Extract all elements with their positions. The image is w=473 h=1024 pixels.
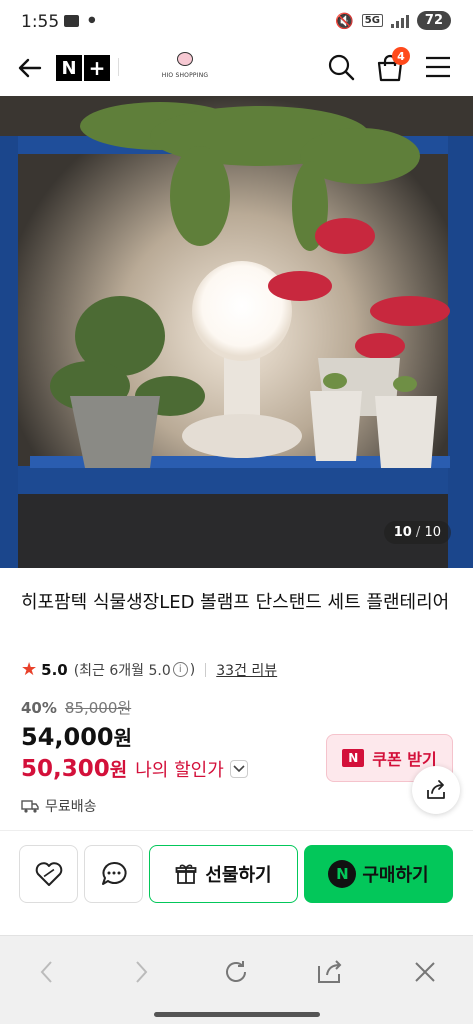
refresh-button[interactable] [220, 956, 252, 988]
signal-icon [390, 14, 409, 28]
logo-n: N [56, 55, 82, 81]
rating-score: 5.0 [41, 660, 68, 679]
home-indicator [154, 1012, 320, 1017]
sale-price-value: 54,000 [21, 723, 114, 751]
close-icon [415, 962, 435, 982]
drop-icon: ⚫ [86, 13, 98, 29]
shipping-label: 무료배송 [45, 799, 97, 815]
original-price: 85,000원 [64, 699, 132, 717]
star-icon: ★ [21, 659, 38, 680]
menu-icon [426, 56, 450, 78]
rating-detail: (최근 6개월 5.0 [73, 662, 171, 679]
search-icon [328, 54, 355, 81]
product-photo [0, 96, 473, 568]
nav-back-button[interactable] [31, 956, 63, 988]
search-button[interactable] [326, 52, 356, 82]
network-badge: 5G [361, 14, 383, 27]
purchase-action-bar: 선물하기 N 구매하기 [0, 831, 473, 935]
chat-icon [101, 861, 127, 885]
nav-forward-icon [136, 961, 148, 983]
nav-forward-button[interactable] [125, 956, 157, 988]
store-logo[interactable]: HIO SHOPPING [160, 50, 210, 88]
my-price-value: 50,300 [21, 756, 110, 782]
share-button[interactable] [412, 766, 460, 814]
wishlist-button[interactable] [19, 845, 78, 903]
info-icon[interactable]: i [172, 662, 188, 677]
image-counter-current: 10 [393, 525, 412, 540]
header-divider [118, 58, 119, 76]
mute-icon: 🔇 [335, 11, 354, 30]
pig-logo-icon [177, 52, 193, 66]
chevron-down-icon[interactable] [229, 759, 248, 778]
review-count-link[interactable]: 33건 리뷰 [216, 660, 277, 680]
image-counter: 10 / 10 [383, 521, 451, 544]
buy-button[interactable]: N 구매하기 [304, 845, 453, 903]
sale-price: 54,000원 [21, 722, 132, 751]
sale-price-unit: 원 [113, 726, 133, 750]
nav-back-icon [40, 961, 52, 983]
naverpay-icon: N [328, 860, 357, 888]
browser-nav-bar [0, 935, 473, 1024]
shipping-row: 무료배송 [21, 796, 97, 816]
my-price-row[interactable]: 50,300원 나의 할인가 [21, 755, 248, 782]
back-button[interactable] [16, 54, 44, 82]
status-time: 1:55 [21, 12, 60, 32]
truck-icon [21, 800, 39, 813]
my-price: 50,300원 [21, 755, 127, 782]
cart-badge: 4 [392, 47, 410, 65]
buy-label: 구매하기 [362, 865, 429, 886]
close-button[interactable] [409, 956, 441, 988]
rating-row: ★ 5.0 (최근 6개월 5.0 i ) 33건 리뷰 [21, 659, 277, 680]
gift-icon [175, 864, 197, 884]
share-out-button[interactable] [314, 956, 346, 988]
store-name: HIO SHOPPING [161, 72, 209, 79]
rating-divider [205, 662, 207, 677]
heart-icon [35, 862, 62, 886]
logo-plus: + [84, 55, 110, 81]
gift-label: 선물하기 [205, 865, 272, 886]
image-counter-separator: / [415, 525, 421, 540]
share-icon [427, 780, 445, 799]
menu-button[interactable] [424, 54, 452, 80]
refresh-icon [226, 961, 246, 982]
share-out-icon [318, 960, 342, 983]
my-price-label: 나의 할인가 [135, 759, 224, 781]
back-arrow-icon [18, 58, 42, 78]
rating-detail-close: ) [189, 661, 196, 678]
discount-row: 40% 85,000원 [21, 697, 131, 718]
product-image[interactable]: 10 / 10 [0, 96, 473, 568]
battery-indicator: 72 [416, 11, 451, 30]
status-bar: 1:55 ⚫ 🔇 5G 72 [0, 0, 473, 44]
talk-button[interactable] [84, 845, 143, 903]
image-counter-total: 10 [424, 525, 441, 540]
gift-button[interactable]: 선물하기 [149, 845, 298, 903]
nplus-logo[interactable]: N + [56, 54, 110, 82]
product-title: 히포팜텍 식물생장LED 볼램프 단스탠드 세트 플랜테리어 [21, 592, 450, 613]
status-icons: 🔇 5G 72 [335, 11, 451, 30]
coupon-n-icon: N [342, 749, 365, 767]
folder-icon [64, 15, 79, 27]
discount-rate: 40% [21, 698, 57, 717]
my-price-unit: 원 [109, 759, 128, 781]
